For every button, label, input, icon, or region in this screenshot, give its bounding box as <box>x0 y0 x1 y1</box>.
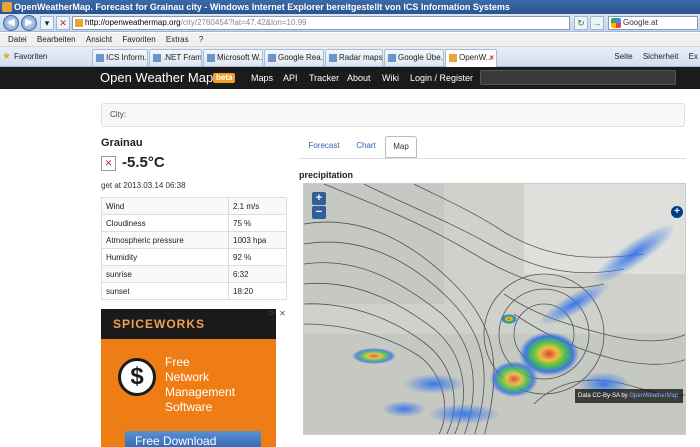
url-input[interactable]: http://openweathermap.org/city/2760454?l… <box>72 16 570 30</box>
weather-label: sunset <box>101 282 229 300</box>
site-header: Open Weather Map beta Maps API Tracker A… <box>0 67 700 89</box>
weather-label: Atmospheric pressure <box>101 231 229 249</box>
star-icon: ★ <box>2 51 11 62</box>
beta-badge: beta <box>213 73 236 83</box>
search-input[interactable]: Google.at <box>608 16 698 30</box>
city-search-bar[interactable]: City: <box>101 103 685 127</box>
menu-extras[interactable]: Extras <box>166 33 189 47</box>
table-row: Humidity 92 % <box>101 248 287 266</box>
nav-login-register[interactable]: Login / Register <box>410 72 473 84</box>
ad-info-icon[interactable]: ▷ <box>268 309 277 318</box>
menu-datei[interactable]: Datei <box>8 33 27 47</box>
google-search-icon <box>611 18 621 28</box>
weather-label: Wind <box>101 197 229 215</box>
precipitation-map[interactable]: + − + Data CC-By-SA by OpenWeatherMap <box>303 183 686 435</box>
weather-value: 18:20 <box>228 282 287 300</box>
table-row: Wind 2.1 m/s <box>101 197 287 215</box>
menu-help[interactable]: ? <box>199 33 203 47</box>
browser-tab-active[interactable]: OpenW... × <box>445 49 497 67</box>
weather-icon: ✕ <box>101 156 116 171</box>
weather-table: Wind 2.1 m/s Cloudiness 75 % Atmospheric pre… <box>101 197 287 300</box>
browser-tab-6[interactable]: Google Übe... <box>384 49 444 66</box>
ie-window-icon <box>2 2 12 12</box>
ad-brand: SPICEWORKS <box>101 309 276 339</box>
favorites-button[interactable]: ★ Favoriten <box>2 50 47 64</box>
city-name: Grainau <box>101 137 143 149</box>
table-row: sunrise 6:32 <box>101 265 287 283</box>
browser-tab-4[interactable]: Google Rea... <box>264 49 324 66</box>
tab-bar: ★ Favoriten ICS Inform... .NET Frame... … <box>0 47 700 67</box>
forward-button[interactable]: ▶ <box>21 15 37 31</box>
tab-favicon-icon <box>268 54 276 62</box>
ad-logo-icon: $ <box>118 358 156 396</box>
weather-value: 1003 hpa <box>228 231 287 249</box>
ad-close-icon[interactable]: ✕ <box>278 309 287 318</box>
page-menu[interactable]: Seite <box>614 52 632 61</box>
menu-bar: Datei Bearbeiten Ansicht Favoriten Extra… <box>0 33 700 47</box>
tab-favicon-icon <box>153 54 161 62</box>
tab-favicon-icon <box>388 54 396 62</box>
command-bar: Seite Sicherheit Ex <box>606 50 698 64</box>
menu-bearbeiten[interactable]: Bearbeiten <box>37 33 76 47</box>
tab-chart[interactable]: Chart <box>350 136 382 158</box>
city-label: City: <box>110 110 126 119</box>
site-favicon-icon <box>75 19 83 27</box>
menu-ansicht[interactable]: Ansicht <box>86 33 112 47</box>
browser-tab-5[interactable]: Radar maps <box>325 49 383 66</box>
nav-about[interactable]: About <box>347 72 371 84</box>
nav-wiki[interactable]: Wiki <box>382 72 399 84</box>
table-row: sunset 18:20 <box>101 282 287 300</box>
menu-favoriten[interactable]: Favoriten <box>122 33 155 47</box>
tab-favicon-icon <box>329 54 337 62</box>
browser-tab-1[interactable]: ICS Inform... <box>92 49 148 66</box>
browser-tab-2[interactable]: .NET Frame... <box>149 49 202 66</box>
nav-api[interactable]: API <box>283 72 298 84</box>
tab-divider <box>299 158 686 159</box>
close-tab-icon[interactable]: × <box>489 50 494 65</box>
weather-label: sunrise <box>101 265 229 283</box>
section-title: precipitation <box>299 170 354 180</box>
ad-download-button[interactable]: Free Download <box>125 431 261 447</box>
tab-favicon-icon <box>207 54 215 62</box>
ad-text: Free Network Management Software <box>165 355 236 414</box>
zoom-out-button[interactable]: − <box>312 206 326 219</box>
dropdown-arrow-icon[interactable]: ▾ <box>40 16 54 30</box>
go-icon[interactable]: → <box>590 16 604 30</box>
window-title: OpenWeatherMap. Forecast for Grainau cit… <box>14 2 510 12</box>
safety-menu[interactable]: Sicherheit <box>643 52 679 61</box>
refresh-icon[interactable]: ↻ <box>574 16 588 30</box>
layer-switcher-icon[interactable]: + <box>671 206 683 218</box>
tab-favicon-icon <box>96 54 104 62</box>
weather-value: 6:32 <box>228 265 287 283</box>
temperature: -5.5°C <box>122 154 165 171</box>
back-button[interactable]: ◀ <box>3 15 19 31</box>
weather-label: Humidity <box>101 248 229 266</box>
attribution-link[interactable]: OpenWeatherMap <box>629 393 678 399</box>
nav-maps[interactable]: Maps <box>251 72 273 84</box>
table-row: Atmospheric pressure 1003 hpa <box>101 231 287 249</box>
weather-value: 75 % <box>228 214 287 232</box>
advertisement[interactable]: SPICEWORKS $ Free Network Management Sof… <box>101 309 276 447</box>
weather-value: 2.1 m/s <box>228 197 287 215</box>
nav-tracker[interactable]: Tracker <box>309 72 339 84</box>
zoom-in-button[interactable]: + <box>312 192 326 205</box>
table-row: Cloudiness 75 % <box>101 214 287 232</box>
updated-time: get at 2013.03.14 06:38 <box>101 181 186 190</box>
tab-forecast[interactable]: Forecast <box>303 136 345 158</box>
weather-value: 92 % <box>228 248 287 266</box>
stop-icon[interactable]: ✕ <box>56 16 70 30</box>
map-attribution: Data CC-By-SA by OpenWeatherMap <box>575 389 683 403</box>
address-bar: ◀ ▶ ▾ ✕ http://openweathermap.org/city/2… <box>0 14 700 32</box>
site-search-input[interactable] <box>480 70 676 85</box>
extras-menu[interactable]: Ex <box>689 52 698 61</box>
window-title-bar: OpenWeatherMap. Forecast for Grainau cit… <box>0 0 700 14</box>
browser-tab-3[interactable]: Microsoft W... <box>203 49 263 66</box>
site-logo[interactable]: Open Weather Map <box>100 69 213 87</box>
weather-label: Cloudiness <box>101 214 229 232</box>
tab-map[interactable]: Map <box>385 136 417 158</box>
tab-favicon-icon <box>449 54 457 62</box>
